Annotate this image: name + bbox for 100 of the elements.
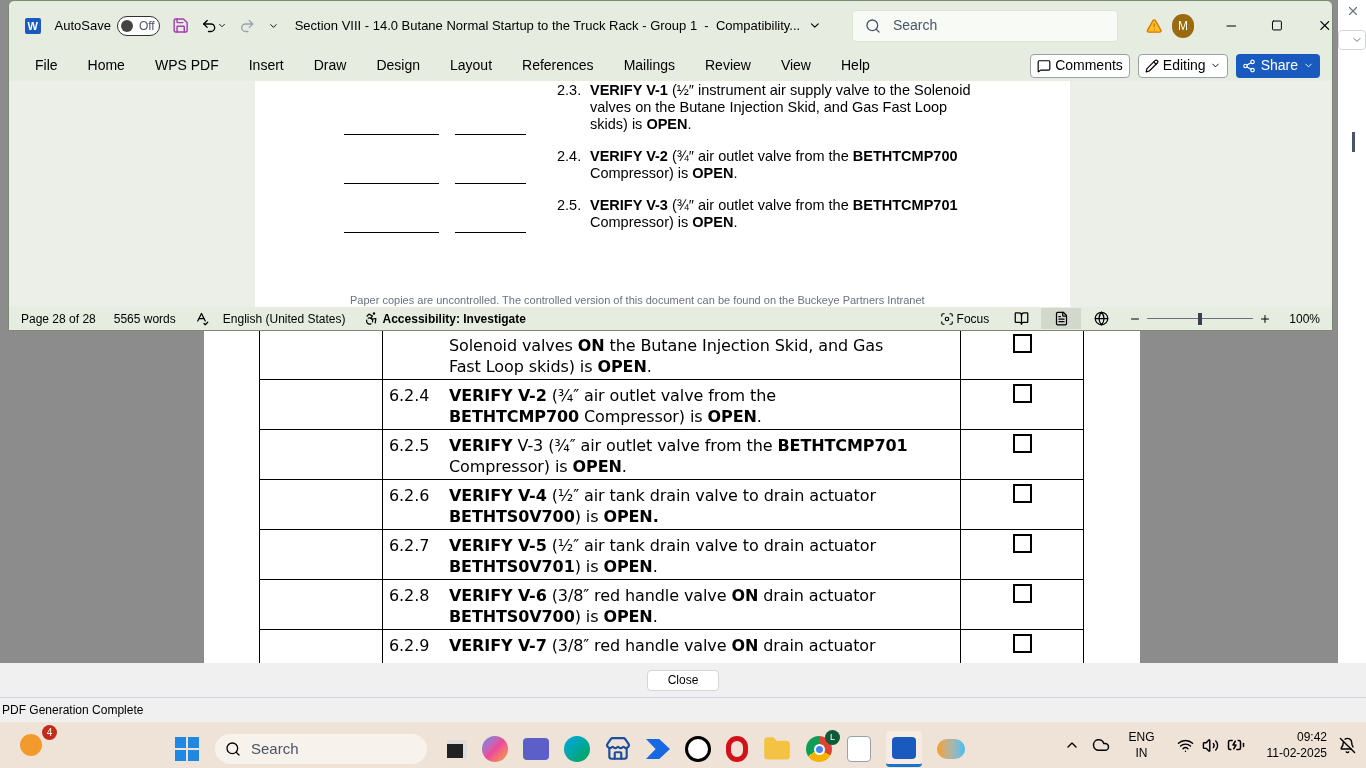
zoom-level[interactable]: 100% — [1289, 309, 1320, 328]
start-icon[interactable] — [175, 737, 199, 761]
step-text: BETHTS0V700) is OPEN. — [449, 606, 659, 627]
region-text[interactable]: IN — [1135, 745, 1148, 761]
step-text: VERIFY V-4 (½″ air tank drain valve to drain actuator — [449, 485, 876, 506]
app-icon[interactable] — [847, 736, 871, 762]
page-count[interactable]: Page 28 of 28 — [21, 309, 96, 328]
focus-icon — [939, 311, 954, 326]
step-number: 6.2.9 — [389, 636, 430, 655]
focus-button[interactable]: Focus — [939, 309, 990, 328]
step-number: 6.2.6 — [389, 486, 430, 505]
zoom-in-icon[interactable] — [1259, 312, 1272, 325]
read-mode-icon — [1013, 311, 1029, 327]
view-button[interactable] — [1041, 308, 1082, 330]
editing-button[interactable]: Editing — [1137, 53, 1228, 78]
checkbox[interactable] — [1012, 534, 1032, 553]
item-number: 2.4. — [557, 147, 583, 166]
zoom-slider[interactable] — [1147, 312, 1254, 325]
zoom-thumb[interactable] — [1198, 312, 1203, 325]
cloud-sync-icon[interactable] — [1092, 736, 1111, 754]
step-number: 6.2.7 — [389, 536, 430, 555]
step-number: 6.2.5 — [389, 436, 430, 455]
ribbon-tab[interactable]: Draw — [309, 55, 351, 77]
accessibility-icon[interactable] — [363, 311, 379, 327]
checkbox[interactable] — [1012, 334, 1032, 353]
autosave-label: AutoSave — [54, 17, 111, 36]
ribbon-tab[interactable]: Home — [83, 55, 129, 77]
step-text: BETHTS0V701) is OPEN. — [449, 556, 659, 577]
signature-line — [455, 231, 526, 233]
maximize-icon[interactable] — [1270, 19, 1283, 33]
step-text: Compressor) is OPEN. — [449, 456, 628, 477]
item-number: 2.3. — [557, 81, 583, 100]
search-icon — [225, 741, 241, 757]
status-text: PDF Generation Complete — [2, 702, 144, 719]
pencil-icon — [1144, 58, 1159, 73]
step-text: VERIFY V-5 (½″ air tank drain valve to drain actuator — [449, 535, 876, 556]
user-avatar[interactable]: M — [1172, 13, 1195, 38]
language-text[interactable]: ENG — [1128, 729, 1155, 745]
checkbox[interactable] — [1012, 384, 1032, 403]
step-text: VERIFY V-7 (3/8″ red handle valve ON drain actuator — [449, 635, 876, 656]
chrome-icon[interactable] — [806, 736, 832, 762]
item-text: VERIFY V-3 (¾″ air outlet valve from the BETHTCMP701 — [590, 196, 958, 214]
search-box[interactable]: Search — [215, 734, 427, 764]
search-icon — [864, 17, 881, 34]
signature-line — [455, 133, 526, 135]
item-text: valves on the Butane Injection Skid, and Gas Fast Loop — [590, 98, 949, 116]
scroll-thumb[interactable] — [1352, 132, 1355, 152]
print-layout-icon — [1053, 311, 1069, 327]
bell-icon[interactable] — [1339, 736, 1356, 754]
window-title: Section VIII - 14.0 Butane Normal Startup to the Truck Rack - Group 1 - Compatibility... — [294, 17, 801, 36]
word-logo: W — [25, 17, 41, 34]
accessibility-status[interactable]: Accessibility: Investigate — [382, 309, 526, 328]
language-status[interactable]: English (United States) — [222, 309, 346, 328]
comments-button[interactable]: Comments — [1030, 53, 1130, 78]
search-field[interactable]: Search — [851, 9, 1118, 42]
save-icon[interactable] — [171, 16, 189, 36]
step-text: BETHTS0V700) is OPEN. — [449, 506, 660, 527]
word-count[interactable]: 5565 words — [113, 309, 176, 328]
step-text: VERIFY V-6 (3/8″ red handle valve ON drain actuator — [449, 585, 876, 606]
store-icon[interactable] — [605, 736, 631, 762]
ring-icon[interactable] — [726, 736, 748, 762]
item-text: VERIFY V-1 (½″ instrument air supply valve to the Solenoid — [590, 81, 971, 99]
item-number: 2.5. — [557, 196, 583, 215]
close-button[interactable]: Close — [647, 669, 719, 691]
checkbox[interactable] — [1012, 634, 1032, 653]
checkbox[interactable] — [1012, 434, 1032, 453]
autosave-toggle[interactable]: Off — [116, 15, 160, 36]
checkbox[interactable] — [1012, 584, 1032, 603]
step-text: Solenoid valves ON the Butane Injection Skid, and Gas — [449, 335, 884, 356]
step-text: VERIFY V-2 (¾″ air outlet valve from the — [449, 385, 777, 406]
ribbon-tab[interactable]: Insert — [244, 55, 288, 77]
ribbon-tab[interactable]: View — [776, 55, 815, 77]
ribbon-tab[interactable]: Help — [837, 55, 874, 77]
ribbon-tab[interactable]: Layout — [446, 55, 497, 77]
comment-icon — [1037, 58, 1052, 73]
ribbon-tab[interactable]: File — [31, 55, 62, 77]
item-text: Compressor) is OPEN. — [590, 164, 739, 182]
clock-date[interactable]: 11-02-2025 — [1266, 745, 1327, 761]
volume-icon[interactable] — [1201, 736, 1219, 754]
clock-time[interactable]: 09:42 — [1296, 729, 1327, 745]
item-text: skids) is OPEN. — [590, 115, 693, 133]
warning-icon[interactable] — [1145, 16, 1163, 35]
item-text: Compressor) is OPEN. — [590, 213, 739, 231]
ribbon-tab[interactable]: Review — [701, 55, 755, 77]
word-taskbar-icon[interactable] — [886, 731, 922, 767]
taskview-icon[interactable] — [447, 740, 467, 758]
ribbon-tab[interactable]: Mailings — [619, 55, 679, 77]
step-text: VERIFY V-3 (¾″ air outlet valve from the BETHTCMP701 — [449, 435, 908, 456]
notification-badge: 4 — [42, 725, 57, 740]
step-number: 6.2.4 — [389, 386, 430, 405]
ribbon-tab[interactable]: Design — [372, 55, 424, 77]
share-button[interactable]: Share — [1235, 53, 1320, 78]
signature-line — [455, 182, 526, 184]
checkbox[interactable] — [1012, 484, 1032, 503]
ribbon-tab[interactable]: WPS PDF — [150, 55, 223, 77]
item-text: VERIFY V-2 (¾″ air outlet valve from the BETHTCMP700 — [590, 147, 958, 165]
profile-badge: L — [825, 730, 840, 745]
step-text: Fast Loop skids) is OPEN. — [449, 356, 653, 377]
step-number: 6.2.8 — [389, 586, 430, 605]
ribbon-tab[interactable]: References — [518, 55, 598, 77]
